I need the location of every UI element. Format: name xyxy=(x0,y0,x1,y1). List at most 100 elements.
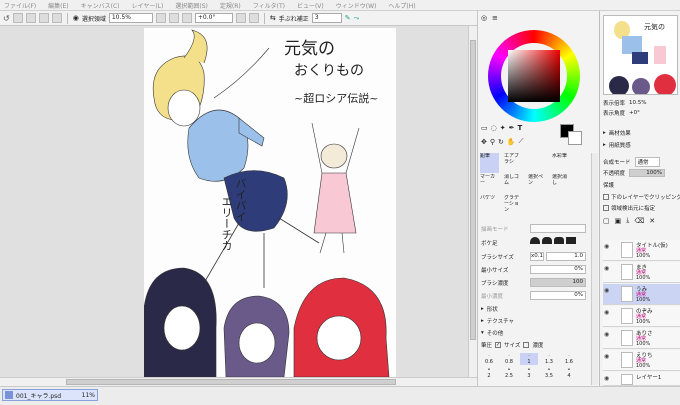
layer-item-selected[interactable]: ◉ うみ 通常 100% xyxy=(603,284,680,305)
rotation-field[interactable]: +0.0° xyxy=(194,13,233,23)
eye-icon[interactable]: ◉ xyxy=(604,243,612,251)
navigator-thumbnail[interactable]: 元気の xyxy=(603,15,678,95)
size-preset[interactable]: • 3.5 xyxy=(540,367,558,379)
tool-pencil[interactable]: 鉛筆 xyxy=(480,153,499,173)
clear-layer-icon[interactable]: ⌫ xyxy=(634,217,644,225)
deselect-button[interactable] xyxy=(12,13,23,23)
layer-item[interactable]: ◉ のぞみ 通常 100% xyxy=(603,306,680,327)
delete-layer-icon[interactable]: ✕ xyxy=(649,217,655,225)
eye-icon[interactable]: ◉ xyxy=(604,353,612,361)
document-tab[interactable]: 001_キャラ.psd 11% xyxy=(2,389,98,401)
lasso-icon[interactable]: ◌ xyxy=(491,124,497,132)
size-preset[interactable]: • 2.5 xyxy=(500,367,518,379)
density-slider[interactable]: 100 xyxy=(530,278,586,287)
eraser-toggle-icon[interactable]: ⤳ xyxy=(354,14,360,23)
zoom-in-button[interactable] xyxy=(155,13,166,23)
nav-zoom-value[interactable]: 10.5% xyxy=(629,100,646,106)
eye-icon[interactable]: ◉ xyxy=(604,309,612,317)
texture-section[interactable]: ▸ テクスチャ xyxy=(481,317,514,325)
eye-icon[interactable]: ◉ xyxy=(604,287,612,295)
merge-down-icon[interactable]: ⤓ xyxy=(626,216,629,225)
tool-airbrush[interactable]: エアブラシ xyxy=(504,153,523,173)
canvas-artwork[interactable]: 元気の おくりもの ~超ロシア伝説~ バイバイ エリーチカ xyxy=(144,28,396,377)
background-color-swatch[interactable] xyxy=(568,131,582,145)
fill-button[interactable] xyxy=(51,13,62,23)
dropper-icon[interactable]: ⟋ xyxy=(519,137,524,146)
layer-item[interactable]: ◉ えりち 通常 100% xyxy=(603,350,680,371)
rotate-left-button[interactable] xyxy=(235,13,246,23)
size-preset[interactable]: • 3 xyxy=(520,367,538,379)
menu-layer[interactable]: レイヤー(L) xyxy=(132,1,164,10)
rotate-right-button[interactable] xyxy=(248,13,259,23)
clip-checkbox[interactable] xyxy=(603,194,609,200)
size-preset-selected[interactable]: · 1 xyxy=(520,353,538,365)
layer-item[interactable]: ◉ まき 通常 100% xyxy=(603,262,680,283)
hand-icon[interactable]: ✋ xyxy=(507,138,516,146)
tool-bucket[interactable]: バケツ xyxy=(480,195,499,215)
menu-window[interactable]: ウィンドウ(W) xyxy=(336,1,377,10)
paper-texture-section[interactable]: ▸ 用紙質感 xyxy=(603,141,631,149)
size-preset[interactable]: · 0.6 xyxy=(480,353,498,365)
menu-edit[interactable]: 編集(E) xyxy=(48,1,68,10)
size-preset[interactable]: · 1.3 xyxy=(540,353,558,365)
pressure-size-checkbox[interactable]: ✓ xyxy=(495,342,502,348)
menu-help[interactable]: ヘルプ(H) xyxy=(388,1,415,10)
flip-icon[interactable]: ⇆ xyxy=(270,14,276,22)
shape-section[interactable]: ▸ 形状 xyxy=(481,305,498,313)
canvas-area[interactable]: 元気の おくりもの ~超ロシア伝説~ バイバイ エリーチカ xyxy=(0,26,468,377)
other-section[interactable]: ▾ その他 xyxy=(481,329,503,337)
tool-gradient[interactable]: グラデーション xyxy=(504,195,523,215)
undo-icon[interactable]: ↺ xyxy=(3,14,10,23)
color-wheel[interactable] xyxy=(488,30,580,122)
color-wheel-tab-icon[interactable]: ◎ xyxy=(481,14,487,22)
eye-icon[interactable]: ◉ xyxy=(604,331,612,339)
magic-wand-icon[interactable]: ✦ xyxy=(500,124,506,132)
menu-view[interactable]: ビュー(V) xyxy=(297,1,324,10)
zoom-out-button[interactable] xyxy=(168,13,179,23)
opacity-slider[interactable]: 100% xyxy=(629,169,666,177)
tool-panel-scrollbar[interactable] xyxy=(591,153,598,385)
vertical-scrollbar[interactable] xyxy=(468,26,477,377)
select-all-button[interactable] xyxy=(38,13,49,23)
size-preset[interactable]: · 1.6 xyxy=(560,353,578,365)
menu-ruler[interactable]: 定規(R) xyxy=(220,1,241,10)
menu-file[interactable]: ファイル(F) xyxy=(4,1,36,10)
horizontal-scroll-thumb[interactable] xyxy=(66,379,396,385)
layer-item[interactable]: ◉ タイトル(仮) 通常 100% xyxy=(603,240,680,261)
menu-canvas[interactable]: キャンバス(C) xyxy=(81,1,120,10)
tool-eraser[interactable]: 消しゴム xyxy=(504,174,523,194)
new-layer-icon[interactable]: ▢ xyxy=(603,217,610,225)
move-icon[interactable]: ✥ xyxy=(481,138,487,146)
blend-mode-select[interactable]: 通常 xyxy=(634,157,660,167)
selection-eye-icon[interactable]: ◉ xyxy=(73,14,79,22)
rect-select-icon[interactable]: ▭ xyxy=(481,124,488,132)
layer-item[interactable]: ◉ ありさ 通常 100% xyxy=(603,328,680,349)
tool-marker[interactable]: マーカー xyxy=(480,174,499,194)
horizontal-scrollbar[interactable] xyxy=(0,377,477,386)
tool-select-eraser[interactable]: 選択消し xyxy=(552,174,571,194)
min-density-slider[interactable]: 0% xyxy=(530,291,586,300)
text-tool-icon[interactable]: T xyxy=(517,124,522,132)
menu-icon[interactable]: ≡ xyxy=(492,14,498,22)
eye-icon[interactable]: ◉ xyxy=(604,265,612,273)
size-preset[interactable]: · 0.8 xyxy=(500,353,518,365)
zoom-reset-button[interactable] xyxy=(181,13,192,23)
draw-mode-select[interactable] xyxy=(530,224,586,233)
zoom-icon[interactable]: ⚲ xyxy=(490,138,495,146)
tool-brush[interactable] xyxy=(528,153,547,173)
brush-size-slider[interactable]: 1.0 xyxy=(546,252,586,261)
zoom-field[interactable]: 10.5% xyxy=(108,13,153,23)
stabilizer-select[interactable]: 3 xyxy=(311,13,342,23)
layer-item[interactable]: ◉ レイヤー1 xyxy=(603,372,680,386)
tool-select-pen[interactable]: 選択ペン xyxy=(528,174,547,194)
saturation-value-square[interactable] xyxy=(508,50,560,102)
tool-watercolor[interactable]: 水彩筆 xyxy=(552,153,571,173)
source-checkbox[interactable] xyxy=(603,205,609,211)
menu-selection[interactable]: 選択範囲(S) xyxy=(175,1,208,10)
new-folder-icon[interactable]: ▣ xyxy=(615,217,622,225)
menu-filter[interactable]: フィルタ(T) xyxy=(253,1,285,10)
pen-icon[interactable]: ✎ xyxy=(345,14,351,22)
min-size-slider[interactable]: 0% xyxy=(530,265,586,274)
eyedropper-icon[interactable]: ✒ xyxy=(509,124,515,132)
brush-shape-options[interactable] xyxy=(530,237,576,244)
